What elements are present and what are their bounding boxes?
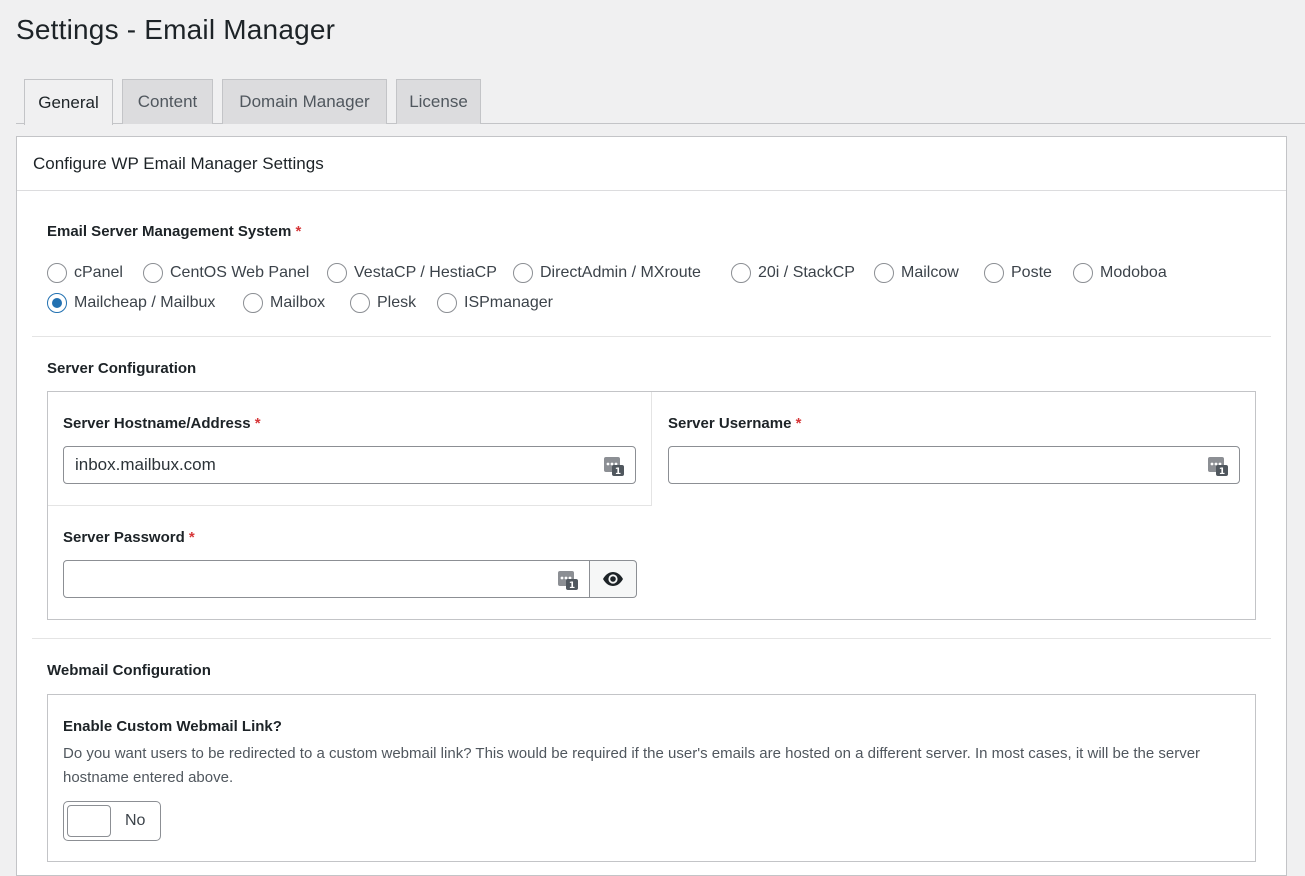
page-title: Settings - Email Manager [16, 14, 336, 45]
keypass-icon[interactable]: 1 [603, 455, 625, 477]
radio-cpanel[interactable]: cPanel [47, 262, 123, 284]
tab-content[interactable]: Content [122, 79, 213, 124]
tab-license[interactable]: License [396, 79, 481, 124]
radio-label: Mailbox [270, 294, 326, 311]
tab-bar: General Content Domain Manager License [16, 79, 1305, 125]
hostname-panel-divider-v [651, 392, 652, 506]
tab-general[interactable]: General [24, 79, 113, 125]
hostname-input[interactable]: inbox.mailbux.com 1 [63, 446, 636, 484]
keypass-icon[interactable]: 1 [557, 569, 579, 591]
radio-label: Plesk [377, 294, 417, 311]
required-mark: * [254, 415, 261, 432]
radio-button[interactable] [350, 293, 370, 313]
radio-poste[interactable]: Poste [984, 262, 1052, 284]
radio-label: Modoboa [1100, 264, 1167, 281]
settings-card: Configure WP Email Manager Settings Emai… [16, 136, 1287, 876]
hostname-label-text: Server Hostname/Address [63, 415, 251, 432]
svg-text:1: 1 [615, 467, 621, 477]
radio-mailcow[interactable]: Mailcow [874, 262, 959, 284]
radio-button[interactable] [984, 263, 1004, 283]
radio-label: VestaCP / HestiaCP [354, 264, 497, 281]
required-mark: * [795, 415, 802, 432]
radio-button[interactable] [874, 263, 894, 283]
section-divider [32, 638, 1271, 639]
password-label: Server Password * [63, 529, 195, 546]
server-system-label-text: Email Server Management System [47, 223, 292, 240]
radio-label: 20i / StackCP [758, 264, 855, 281]
keypass-icon[interactable]: 1 [1207, 455, 1229, 477]
radio-centos-web-panel[interactable]: CentOS Web Panel [143, 262, 309, 284]
radio-label: cPanel [74, 264, 123, 281]
username-input[interactable]: 1 [668, 446, 1240, 484]
radio-button-checked[interactable] [47, 293, 67, 313]
radio-mailbox[interactable]: Mailbox [243, 292, 325, 314]
radio-button[interactable] [327, 263, 347, 283]
radio-mailcheap-mailbux[interactable]: Mailcheap / Mailbux [47, 292, 215, 314]
radio-button[interactable] [243, 293, 263, 313]
password-input[interactable]: 1 [63, 560, 590, 598]
hostname-panel-divider-h [48, 505, 652, 506]
radio-button[interactable] [437, 293, 457, 313]
radio-label: Mailcow [901, 264, 959, 281]
show-password-button[interactable] [590, 560, 637, 598]
radio-button[interactable] [143, 263, 163, 283]
radio-modoboa[interactable]: Modoboa [1073, 262, 1167, 284]
radio-20i-stackcp[interactable]: 20i / StackCP [731, 262, 855, 284]
toggle-knob [67, 805, 111, 837]
radio-vestacp-hestiacp[interactable]: VestaCP / HestiaCP [327, 262, 497, 284]
hostname-input-value: inbox.mailbux.com [75, 455, 216, 474]
radio-button[interactable] [47, 263, 67, 283]
radio-ispmanager[interactable]: ISPmanager [437, 292, 553, 314]
username-label: Server Username * [668, 415, 801, 432]
radio-button[interactable] [513, 263, 533, 283]
tab-domain-manager[interactable]: Domain Manager [222, 79, 387, 124]
radio-button[interactable] [1073, 263, 1093, 283]
server-system-label: Email Server Management System * [47, 223, 301, 240]
card-title: Configure WP Email Manager Settings [17, 137, 1286, 191]
required-mark: * [295, 223, 302, 240]
section-divider [32, 336, 1271, 337]
toggle-label: No [125, 812, 146, 829]
username-label-text: Server Username [668, 415, 792, 432]
required-mark: * [188, 529, 195, 546]
custom-webmail-description: Do you want users to be redirected to a … [63, 745, 1201, 786]
radio-plesk[interactable]: Plesk [350, 292, 416, 314]
server-config-heading: Server Configuration [47, 360, 197, 377]
radio-label: DirectAdmin / MXroute [540, 264, 701, 281]
eye-icon [603, 572, 623, 586]
custom-webmail-label: Enable Custom Webmail Link? [63, 718, 282, 735]
svg-text:1: 1 [569, 581, 575, 591]
webmail-config-heading: Webmail Configuration [47, 662, 211, 679]
radio-label: CentOS Web Panel [170, 264, 310, 281]
radio-label: ISPmanager [464, 294, 553, 311]
password-label-text: Server Password [63, 529, 185, 546]
custom-webmail-toggle[interactable]: No [63, 801, 161, 841]
hostname-label: Server Hostname/Address * [63, 415, 261, 432]
radio-directadmin-mxroute[interactable]: DirectAdmin / MXroute [513, 262, 701, 284]
radio-button[interactable] [731, 263, 751, 283]
svg-text:1: 1 [1219, 467, 1225, 477]
radio-label: Mailcheap / Mailbux [74, 294, 216, 311]
radio-label: Poste [1011, 264, 1052, 281]
